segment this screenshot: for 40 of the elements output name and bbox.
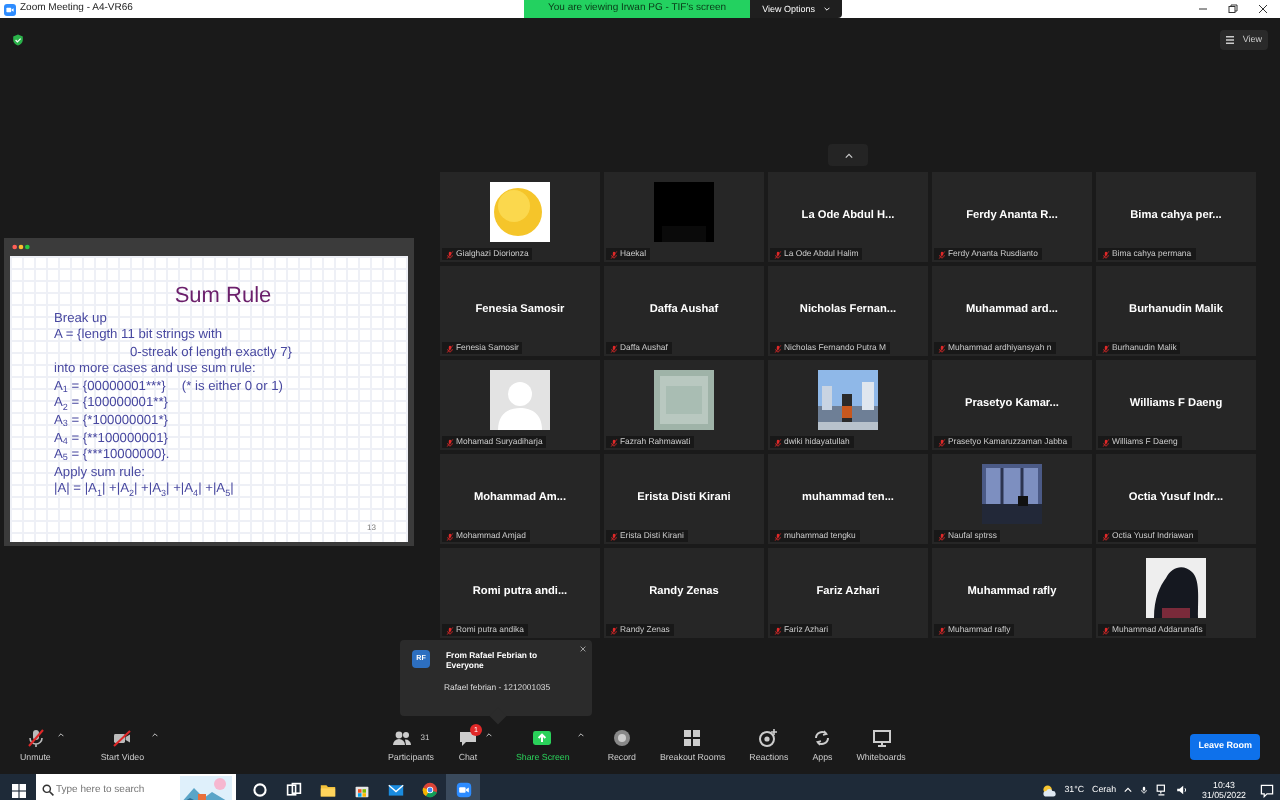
people-icon xyxy=(392,728,413,749)
window-buttons-icon xyxy=(12,243,30,249)
caret-icon xyxy=(823,6,829,12)
close-icon[interactable] xyxy=(1258,4,1268,14)
grid-icon xyxy=(1226,36,1235,44)
browser-icon[interactable] xyxy=(421,782,437,798)
microphone-icon[interactable] xyxy=(1140,784,1149,796)
caret-up-icon[interactable] xyxy=(577,732,584,739)
store-bag-icon[interactable] xyxy=(353,782,369,798)
upload-screen-icon xyxy=(532,728,553,749)
minimize-icon[interactable] xyxy=(1198,4,1208,14)
windows-start-icon[interactable] xyxy=(11,783,25,797)
apps-icon xyxy=(812,728,833,749)
microphone-muted-icon xyxy=(25,728,46,749)
whiteboard-icon xyxy=(871,728,892,749)
grid-squares-icon xyxy=(682,728,703,749)
task-view-icon[interactable] xyxy=(285,782,301,798)
caret-up-icon[interactable] xyxy=(58,732,65,739)
chat-bubble-icon xyxy=(457,728,478,749)
active-app-highlight[interactable] xyxy=(446,774,480,800)
smiley-plus-icon xyxy=(758,728,779,749)
mail-icon[interactable] xyxy=(387,782,403,798)
camera-off-icon xyxy=(112,728,133,749)
record-icon xyxy=(611,728,632,749)
notification-icon[interactable] xyxy=(1260,783,1274,797)
search-icon xyxy=(42,784,54,796)
caret-up-icon[interactable] xyxy=(152,732,159,739)
video-camera-app-icon[interactable] xyxy=(455,781,471,797)
close-button[interactable] xyxy=(580,646,586,652)
chevron-up-icon xyxy=(843,151,853,159)
slide-title: Sum Rule xyxy=(172,283,274,307)
maximize-icon[interactable] xyxy=(1228,4,1238,14)
weather-sun-cloud-icon xyxy=(1042,783,1057,797)
folder-icon[interactable] xyxy=(319,782,335,798)
caret-up-icon[interactable] xyxy=(485,732,492,739)
shield-icon[interactable] xyxy=(12,34,24,46)
close-icon xyxy=(580,646,586,652)
speaker-icon[interactable] xyxy=(1176,784,1189,796)
cortana-circle-icon[interactable] xyxy=(251,782,267,798)
network-icon[interactable] xyxy=(1156,784,1169,796)
